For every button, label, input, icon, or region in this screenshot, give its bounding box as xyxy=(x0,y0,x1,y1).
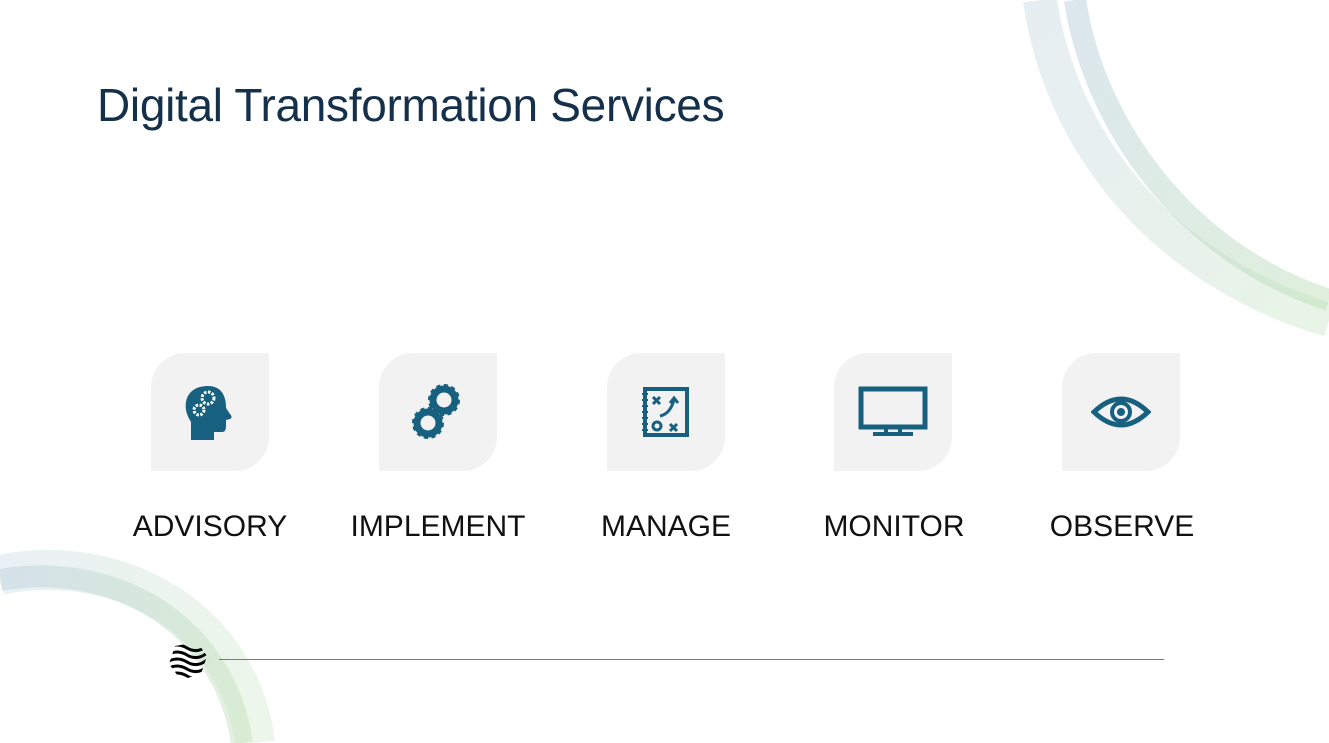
monitor-tile xyxy=(834,353,952,471)
service-label-monitor: MONITOR xyxy=(823,510,965,543)
implement-tile xyxy=(379,353,497,471)
footer-divider xyxy=(219,659,1164,660)
gears-icon xyxy=(412,384,460,439)
head-gears-icon xyxy=(185,386,232,440)
strategy-board-icon xyxy=(642,387,689,437)
service-label-implement: IMPLEMENT xyxy=(350,510,526,543)
eye-icon xyxy=(1091,396,1151,428)
monitor-icon xyxy=(858,386,928,436)
page-title: Digital Transformation Services xyxy=(97,79,725,131)
advisory-tile xyxy=(151,353,269,471)
service-label-observe: OBSERVE xyxy=(1049,510,1195,543)
service-label-advisory: ADVISORY xyxy=(132,510,288,543)
observe-tile xyxy=(1062,353,1180,471)
zebra-pattern-logo xyxy=(169,643,207,680)
service-label-manage: MANAGE xyxy=(600,510,732,543)
manage-tile xyxy=(607,353,725,471)
